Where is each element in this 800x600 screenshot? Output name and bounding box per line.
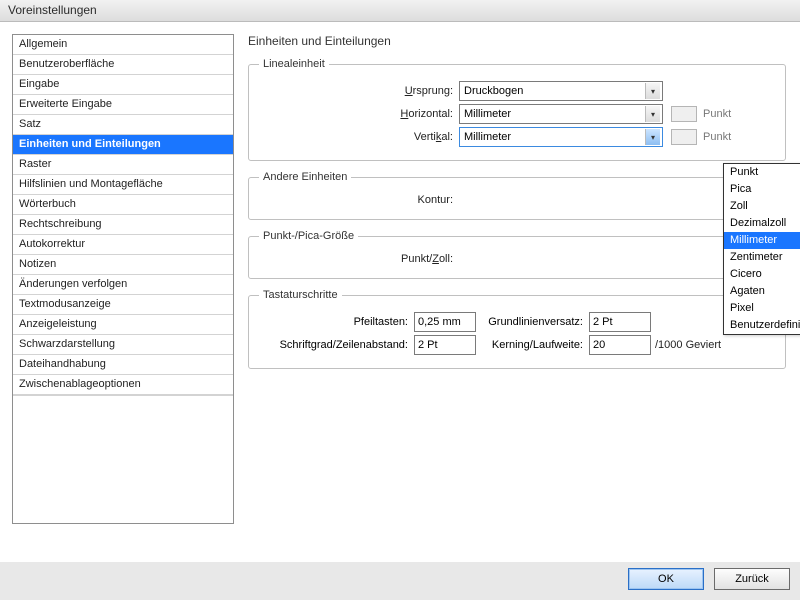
input-pfeiltasten[interactable] bbox=[414, 312, 476, 332]
sidebar-item[interactable]: Hilfslinien und Montagefläche bbox=[13, 175, 233, 195]
label-schriftgrad: Schriftgrad/Zeilenabstand: bbox=[259, 339, 414, 351]
sidebar-item[interactable]: Erweiterte Eingabe bbox=[13, 95, 233, 115]
label-ursprung: Ursprung: bbox=[259, 85, 459, 97]
group-andere-einheiten: Andere Einheiten Kontur: bbox=[248, 171, 786, 220]
chevron-down-icon: ▾ bbox=[645, 129, 660, 145]
cancel-button[interactable]: Zurück bbox=[714, 568, 790, 590]
sidebar-item[interactable]: Satz bbox=[13, 115, 233, 135]
window-title: Voreinstellungen bbox=[0, 0, 800, 22]
combo-vertikal-dropdown[interactable]: PunktPicaZollDezimalzollMillimeterZentim… bbox=[723, 163, 800, 335]
sidebar-item[interactable]: Autokorrektur bbox=[13, 235, 233, 255]
dropdown-option[interactable]: Punkt bbox=[724, 164, 800, 181]
dropdown-option[interactable]: Pica bbox=[724, 181, 800, 198]
dropdown-option[interactable]: Dezimalzoll bbox=[724, 215, 800, 232]
input-grundlinie[interactable] bbox=[589, 312, 651, 332]
input-kerning[interactable] bbox=[589, 335, 651, 355]
sidebar-item[interactable]: Zwischenablageoptionen bbox=[13, 375, 233, 395]
legend-andere: Andere Einheiten bbox=[259, 171, 351, 183]
dropdown-option[interactable]: Pixel bbox=[724, 300, 800, 317]
sidebar-item[interactable]: Eingabe bbox=[13, 75, 233, 95]
sidebar-item[interactable]: Textmodusanzeige bbox=[13, 295, 233, 315]
input-schriftgrad[interactable] bbox=[414, 335, 476, 355]
combo-vertikal[interactable]: Millimeter▾ bbox=[459, 127, 663, 147]
custom-v-toggle[interactable] bbox=[671, 129, 697, 145]
dropdown-option[interactable]: Zoll bbox=[724, 198, 800, 215]
dropdown-option[interactable]: Agaten bbox=[724, 283, 800, 300]
sidebar-item[interactable]: Notizen bbox=[13, 255, 233, 275]
legend-linealeinheit: Linealeinheit bbox=[259, 58, 329, 70]
sidebar-item[interactable]: Anzeigeleistung bbox=[13, 315, 233, 335]
punkt-v-label: Punkt bbox=[703, 131, 731, 143]
dropdown-option[interactable]: Cicero bbox=[724, 266, 800, 283]
sidebar-item[interactable]: Schwarzdarstellung bbox=[13, 335, 233, 355]
ok-button[interactable]: OK bbox=[628, 568, 704, 590]
sidebar-item[interactable]: Raster bbox=[13, 155, 233, 175]
main-panel: Einheiten und Einteilungen Linealeinheit… bbox=[240, 22, 800, 562]
punkt-h-label: Punkt bbox=[703, 108, 731, 120]
label-grundlinie: Grundlinienversatz: bbox=[476, 316, 589, 328]
combo-ursprung[interactable]: Druckbogen▾ bbox=[459, 81, 663, 101]
sidebar-item[interactable]: Änderungen verfolgen bbox=[13, 275, 233, 295]
sidebar-item[interactable]: Rechtschreibung bbox=[13, 215, 233, 235]
group-punkt-pica: Punkt-/Pica-Größe Punkt/Zoll: bbox=[248, 230, 786, 279]
dropdown-option[interactable]: Zentimeter bbox=[724, 249, 800, 266]
sidebar-item[interactable]: Einheiten und Einteilungen bbox=[13, 135, 233, 155]
custom-h-toggle[interactable] bbox=[671, 106, 697, 122]
chevron-down-icon: ▾ bbox=[645, 106, 660, 122]
page-title: Einheiten und Einteilungen bbox=[248, 34, 786, 48]
category-sidebar[interactable]: AllgemeinBenutzeroberflächeEingabeErweit… bbox=[12, 34, 234, 524]
kerning-unit: /1000 Geviert bbox=[655, 339, 721, 351]
group-linealeinheit: Linealeinheit Ursprung: Druckbogen▾ Hori… bbox=[248, 58, 786, 161]
label-punktzoll: Punkt/Zoll: bbox=[259, 253, 459, 265]
label-kontur: Kontur: bbox=[259, 194, 459, 206]
sidebar-item[interactable]: Allgemein bbox=[13, 35, 233, 55]
label-horizontal: Horizontal: bbox=[259, 108, 459, 120]
label-pfeiltasten: Pfeiltasten: bbox=[259, 316, 414, 328]
combo-horizontal[interactable]: Millimeter▾ bbox=[459, 104, 663, 124]
sidebar-item[interactable]: Dateihandhabung bbox=[13, 355, 233, 375]
sidebar-item[interactable]: Wörterbuch bbox=[13, 195, 233, 215]
chevron-down-icon: ▾ bbox=[645, 83, 660, 99]
dropdown-option[interactable]: Millimeter bbox=[724, 232, 800, 249]
legend-tastatur: Tastaturschritte bbox=[259, 289, 342, 301]
label-kerning: Kerning/Laufweite: bbox=[476, 339, 589, 351]
legend-punktpica: Punkt-/Pica-Größe bbox=[259, 230, 358, 242]
group-tastaturschritte: Tastaturschritte Pfeiltasten: Grundlinie… bbox=[248, 289, 786, 369]
sidebar-item[interactable]: Benutzeroberfläche bbox=[13, 55, 233, 75]
label-vertikal: Vertikal: bbox=[259, 131, 459, 143]
dropdown-option[interactable]: Benutzerdefiniert bbox=[724, 317, 800, 334]
